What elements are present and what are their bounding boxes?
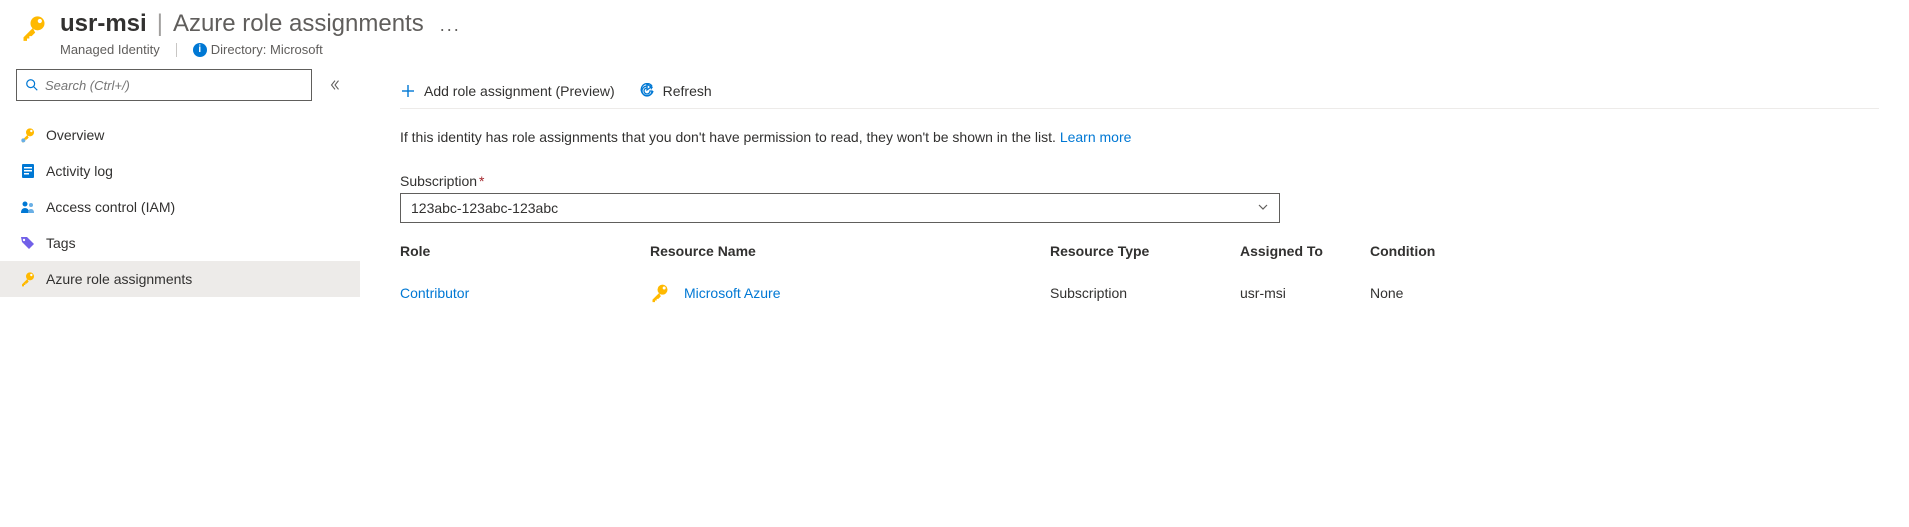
subtitle-row: Managed Identity i Directory: Microsoft	[60, 42, 461, 57]
condition-cell: None	[1370, 285, 1470, 301]
more-actions-button[interactable]: ...	[440, 15, 461, 36]
key-icon	[20, 14, 48, 42]
tag-icon	[20, 235, 36, 251]
resource-type-label: Managed Identity	[60, 42, 160, 57]
learn-more-link[interactable]: Learn more	[1060, 129, 1132, 145]
sidebar-item-azure-role-assignments[interactable]: Azure role assignments	[0, 261, 360, 297]
refresh-button[interactable]: Refresh	[639, 83, 712, 99]
directory-value: Microsoft	[270, 42, 323, 57]
page-title: Azure role assignments	[173, 10, 424, 38]
role-link[interactable]: Contributor	[400, 285, 469, 301]
key-icon	[20, 127, 36, 143]
column-header-resource[interactable]: Resource Name	[650, 243, 1050, 259]
column-header-condition[interactable]: Condition	[1370, 243, 1470, 259]
sidebar-item-activity-log[interactable]: Activity log	[0, 153, 360, 189]
column-header-role[interactable]: Role	[400, 243, 650, 259]
table-header-row: Role Resource Name Resource Type Assigne…	[400, 235, 1879, 267]
column-header-assigned[interactable]: Assigned To	[1240, 243, 1370, 259]
page-title-row: usr-msi | Azure role assignments ...	[60, 10, 461, 38]
sidebar-item-label: Access control (IAM)	[46, 199, 175, 215]
resource-link[interactable]: Microsoft Azure	[684, 285, 780, 301]
search-input[interactable]	[16, 69, 312, 101]
search-icon	[25, 78, 39, 92]
info-message: If this identity has role assignments th…	[400, 129, 1879, 145]
key-icon	[20, 271, 36, 287]
main-content: Add role assignment (Preview) Refresh If…	[360, 65, 1909, 339]
table-row[interactable]: Contributor Microsoft Azure Subscription…	[400, 267, 1879, 319]
divider	[176, 43, 177, 57]
people-icon	[20, 199, 36, 215]
log-icon	[20, 163, 36, 179]
info-icon: i	[193, 43, 207, 57]
add-role-assignment-button[interactable]: Add role assignment (Preview)	[400, 83, 615, 99]
resource-type-cell: Subscription	[1050, 285, 1240, 301]
subscription-select[interactable]: 123abc-123abc-123abc	[400, 193, 1280, 223]
column-header-type[interactable]: Resource Type	[1050, 243, 1240, 259]
sidebar-item-label: Tags	[46, 235, 76, 251]
toolbar: Add role assignment (Preview) Refresh	[400, 73, 1879, 109]
key-icon	[650, 283, 670, 303]
sidebar-item-tags[interactable]: Tags	[0, 225, 360, 261]
plus-icon	[400, 83, 416, 99]
required-indicator: *	[479, 173, 484, 189]
page-header: usr-msi | Azure role assignments ... Man…	[0, 0, 1909, 65]
sidebar: Overview Activity log Access control (IA…	[0, 65, 360, 339]
subscription-label: Subscription*	[400, 173, 1879, 189]
refresh-icon	[639, 83, 655, 99]
chevron-double-left-icon	[328, 78, 342, 92]
role-assignments-table: Role Resource Name Resource Type Assigne…	[400, 235, 1879, 319]
sidebar-item-overview[interactable]: Overview	[0, 117, 360, 153]
sidebar-item-label: Overview	[46, 127, 104, 143]
sidebar-item-label: Azure role assignments	[46, 271, 192, 287]
assigned-to-cell: usr-msi	[1240, 285, 1370, 301]
sidebar-item-access-control[interactable]: Access control (IAM)	[0, 189, 360, 225]
collapse-sidebar-button[interactable]	[320, 69, 350, 101]
sidebar-item-label: Activity log	[46, 163, 113, 179]
subscription-value: 123abc-123abc-123abc	[411, 200, 558, 216]
resource-name: usr-msi	[60, 10, 147, 38]
chevron-down-icon	[1257, 200, 1269, 216]
directory-label: Directory:	[211, 42, 267, 57]
